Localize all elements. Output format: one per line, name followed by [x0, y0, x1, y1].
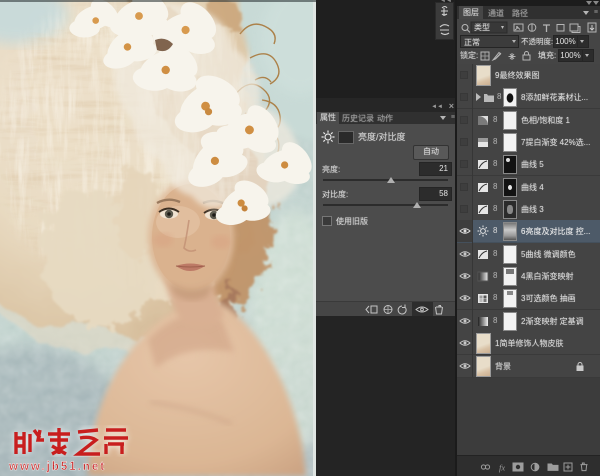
svg-text:fx: fx — [499, 463, 505, 473]
svg-text:www.jb51.net: www.jb51.net — [8, 461, 106, 473]
